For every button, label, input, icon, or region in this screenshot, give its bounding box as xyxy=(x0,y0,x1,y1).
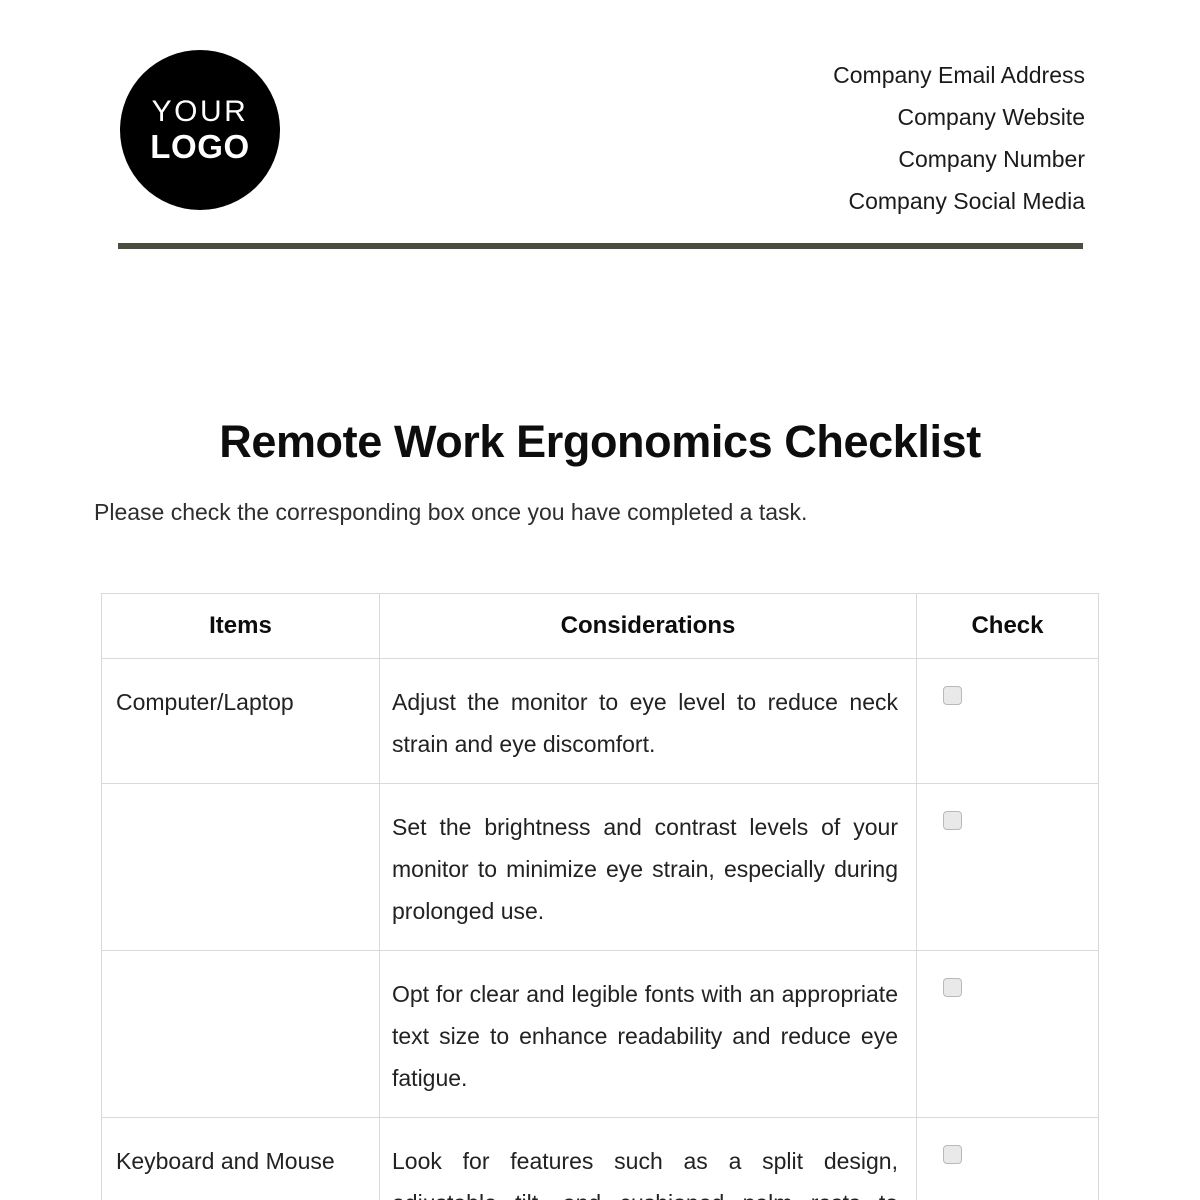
checkbox[interactable] xyxy=(943,811,962,830)
cell-item xyxy=(101,783,380,951)
document-page: YOUR LOGO Company Email Address Company … xyxy=(0,0,1200,1200)
checkbox[interactable] xyxy=(943,1145,962,1164)
company-logo: YOUR LOGO xyxy=(120,50,280,210)
page-title: Remote Work Ergonomics Checklist xyxy=(219,416,981,467)
cell-check xyxy=(916,658,1099,784)
checklist-table: Items Considerations Check Computer/Lapt… xyxy=(101,593,1099,1200)
table-row: Computer/Laptop Adjust the monitor to ey… xyxy=(101,658,1099,784)
contact-website: Company Website xyxy=(897,104,1086,130)
logo-text-bottom: LOGO xyxy=(150,128,250,165)
document-header: YOUR LOGO Company Email Address Company … xyxy=(0,0,1200,250)
cell-item: Computer/Laptop xyxy=(101,658,380,784)
cell-check xyxy=(916,783,1099,951)
cell-consideration: Set the brightness and contrast levels o… xyxy=(379,783,917,951)
column-header-check: Check xyxy=(916,593,1099,659)
table-header-row: Items Considerations Check xyxy=(101,593,1099,659)
table-head: Items Considerations Check xyxy=(101,593,1099,659)
cell-check xyxy=(916,950,1099,1118)
table-row: Set the brightness and contrast levels o… xyxy=(101,783,1099,951)
contact-email-address: Company Email Address xyxy=(833,62,1085,88)
cell-check xyxy=(916,1117,1099,1200)
cell-consideration: Adjust the monitor to eye level to reduc… xyxy=(379,658,917,784)
checkbox[interactable] xyxy=(943,978,962,997)
contact-social-media: Company Social Media xyxy=(848,188,1085,214)
cell-consideration: Look for features such as a split design… xyxy=(379,1117,917,1200)
logo-text-top: YOUR xyxy=(151,95,249,128)
header-divider xyxy=(118,243,1083,249)
checkbox[interactable] xyxy=(943,686,962,705)
cell-item: Keyboard and Mouse xyxy=(101,1117,380,1200)
column-header-considerations: Considerations xyxy=(379,593,917,659)
table-row: Opt for clear and legible fonts with an … xyxy=(101,950,1099,1118)
cell-consideration: Opt for clear and legible fonts with an … xyxy=(379,950,917,1118)
cell-item xyxy=(101,950,380,1118)
contact-number: Company Number xyxy=(898,146,1085,172)
page-subtitle: Please check the corresponding box once … xyxy=(94,499,808,525)
table-row: Keyboard and Mouse Look for features suc… xyxy=(101,1117,1099,1200)
column-header-items: Items xyxy=(101,593,380,659)
table-body: Computer/Laptop Adjust the monitor to ey… xyxy=(101,658,1099,1200)
company-contact-block: Company Email Address Company Website Co… xyxy=(833,54,1085,222)
